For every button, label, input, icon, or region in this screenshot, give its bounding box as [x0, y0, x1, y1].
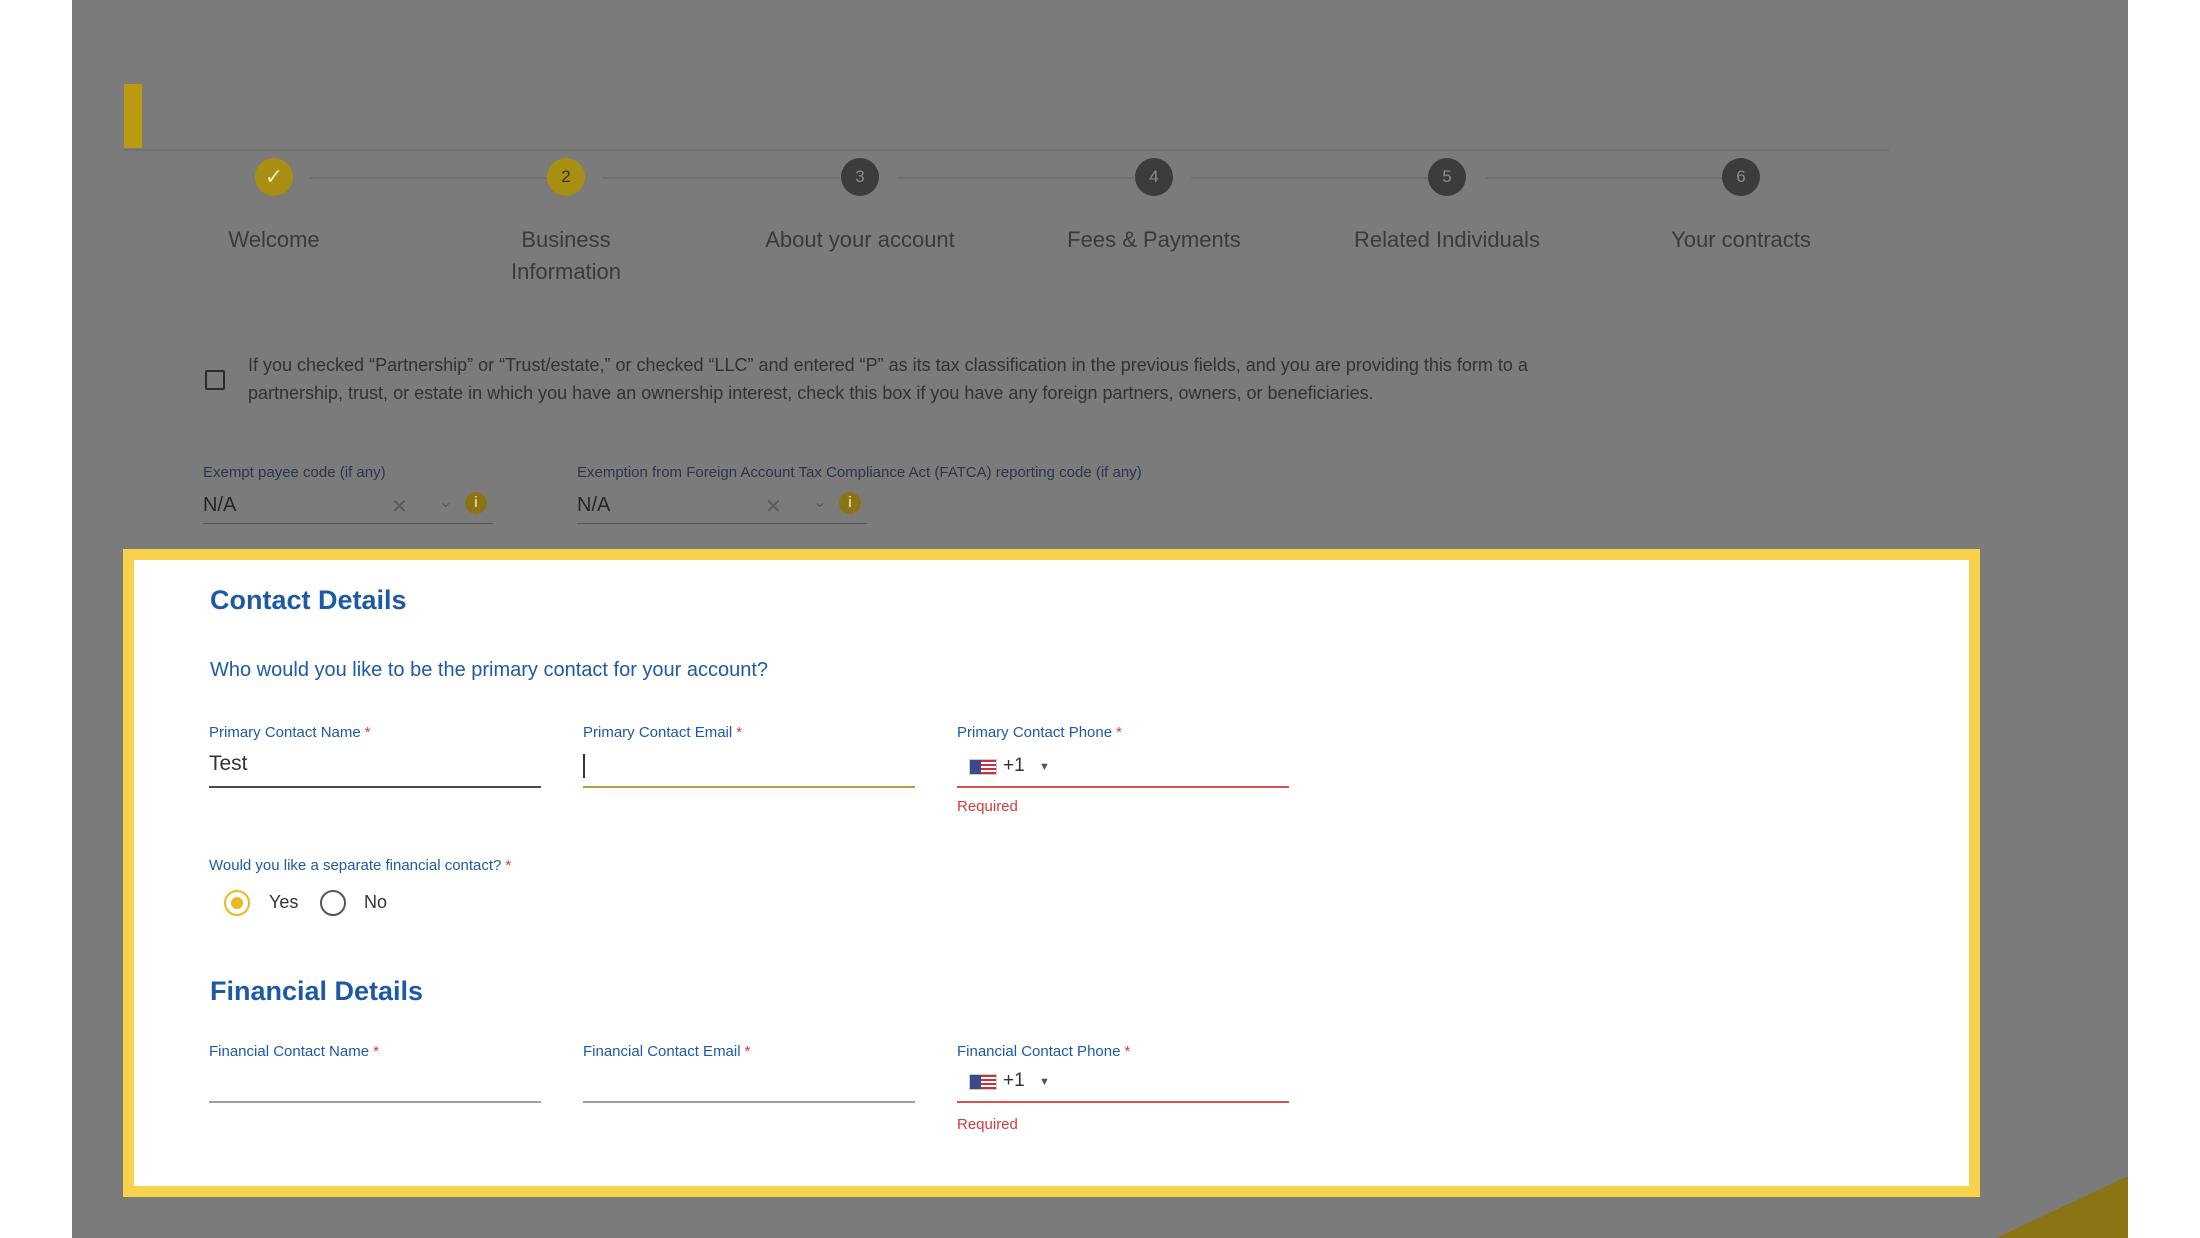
fatca-select[interactable]: N/A ✕ ⌄: [577, 490, 867, 524]
country-code-selector[interactable]: +1 ▼: [957, 1067, 1057, 1097]
phone-error-text: Required: [957, 798, 1018, 815]
required-mark: *: [1124, 1043, 1131, 1060]
input-underline: [583, 1101, 915, 1103]
step-2-circle[interactable]: 2: [547, 158, 585, 196]
step-4-circle[interactable]: 4: [1135, 158, 1173, 196]
required-mark: *: [373, 1043, 379, 1060]
step-1-label: Welcome: [228, 227, 320, 252]
primary-contact-name-label: Primary Contact Name: [209, 724, 361, 741]
financial-contact-name-label: Financial Contact Name: [209, 1043, 370, 1060]
required-mark: *: [505, 857, 512, 874]
us-flag-icon: [969, 759, 997, 775]
financial-details-title: Financial Details: [210, 976, 424, 1006]
financial-contact-email-label: Financial Contact Email: [583, 1043, 741, 1060]
accent-bar: [124, 84, 142, 148]
step-5-label: Related Individuals: [1354, 227, 1540, 252]
exempt-payee-field: Exempt payee code (if any) N/A ✕ ⌄ i: [203, 464, 493, 524]
radio-yes[interactable]: [224, 890, 250, 916]
primary-contact-email-label: Primary Contact Email: [583, 724, 733, 741]
step-6-circle[interactable]: 6: [1722, 158, 1760, 196]
caret-down-icon: ▼: [1039, 1076, 1050, 1088]
step-connector: [1485, 177, 1722, 179]
step-5-circle[interactable]: 5: [1428, 158, 1466, 196]
financial-contact-name-field: Financial Contact Name *: [209, 1043, 541, 1103]
fatca-label: Exemption from Foreign Account Tax Compl…: [577, 464, 1142, 481]
financial-contact-phone-field: Financial Contact Phone * +1 ▼ Required: [957, 1043, 1289, 1133]
input-underline: [209, 1101, 541, 1103]
primary-contact-email-input[interactable]: [583, 752, 915, 782]
contact-details-panel: Contact Details Who would you like to be…: [123, 549, 1980, 1197]
financial-contact-name-input[interactable]: [209, 1067, 541, 1097]
exempt-payee-label: Exempt payee code (if any): [203, 464, 386, 481]
financial-contact-email-input[interactable]: [583, 1067, 915, 1097]
header-divider: [124, 149, 1889, 151]
input-underline: [209, 786, 541, 788]
radio-no-label: No: [364, 892, 388, 912]
required-mark: *: [364, 724, 371, 741]
step-connector: [1191, 177, 1428, 179]
phone-error-text: Required: [957, 1116, 1018, 1133]
chevron-down-icon[interactable]: ⌄: [813, 492, 826, 512]
foreign-partners-checkbox[interactable]: [205, 370, 225, 390]
financial-contact-phone-label: Financial Contact Phone: [957, 1043, 1121, 1060]
step-connector: [603, 177, 840, 179]
country-code-selector[interactable]: +1 ▼: [957, 752, 1057, 782]
required-mark: *: [744, 1043, 751, 1060]
step-3-circle[interactable]: 3: [841, 158, 879, 196]
close-icon[interactable]: ✕: [765, 494, 782, 519]
input-underline-error: [957, 786, 1289, 788]
us-flag-icon: [969, 1074, 997, 1090]
caret-down-icon: ▼: [1039, 761, 1050, 773]
primary-contact-phone-field: Primary Contact Phone * +1 ▼ Required: [957, 724, 1289, 815]
input-underline-focused: [583, 786, 915, 788]
step-3-label: About your account: [765, 227, 955, 252]
required-mark: *: [736, 724, 743, 741]
corner-decoration: [1996, 1176, 2128, 1238]
separate-financial-label: Would you like a separate financial cont…: [209, 857, 502, 874]
foreign-partners-text: If you checked “Partnership” or “Trust/e…: [248, 355, 1528, 403]
exempt-payee-select[interactable]: N/A ✕ ⌄: [203, 490, 493, 524]
financial-contact-phone-input[interactable]: [1061, 1067, 1289, 1097]
radio-yes-label: Yes: [269, 892, 299, 912]
fatca-value: N/A: [577, 494, 611, 516]
info-icon[interactable]: i: [465, 492, 487, 514]
primary-contact-phone-label: Primary Contact Phone: [957, 724, 1113, 741]
input-underline-error: [957, 1101, 1289, 1103]
country-code: +1: [1003, 755, 1025, 776]
chevron-down-icon[interactable]: ⌄: [439, 492, 452, 512]
required-mark: *: [1116, 724, 1122, 741]
step-connector: [897, 177, 1135, 179]
exempt-payee-value: N/A: [203, 494, 237, 516]
separate-financial-question: Would you like a separate financial cont…: [209, 857, 511, 874]
step-2-label: Business Information: [510, 227, 622, 284]
primary-contact-email-field: Primary Contact Email *: [583, 724, 915, 788]
text-caret: [583, 754, 585, 778]
step-6-label: Your contracts: [1671, 227, 1811, 252]
radio-no[interactable]: [320, 890, 346, 916]
country-code: +1: [1003, 1070, 1025, 1091]
contact-details-title: Contact Details: [210, 585, 407, 615]
fatca-field: Exemption from Foreign Account Tax Compl…: [577, 464, 1142, 524]
step-4-label: Fees & Payments: [1067, 227, 1241, 252]
financial-contact-email-field: Financial Contact Email *: [583, 1043, 915, 1103]
step-connector: [309, 177, 546, 179]
info-icon[interactable]: i: [839, 492, 861, 514]
primary-contact-name-field: Primary Contact Name * Test: [209, 724, 541, 788]
primary-contact-phone-input[interactable]: [1061, 752, 1289, 782]
primary-contact-question: Who would you like to be the primary con…: [210, 659, 769, 681]
close-icon[interactable]: ✕: [391, 494, 408, 519]
primary-contact-name-input[interactable]: Test: [209, 752, 248, 776]
step-1-check-icon[interactable]: ✓: [255, 158, 293, 196]
